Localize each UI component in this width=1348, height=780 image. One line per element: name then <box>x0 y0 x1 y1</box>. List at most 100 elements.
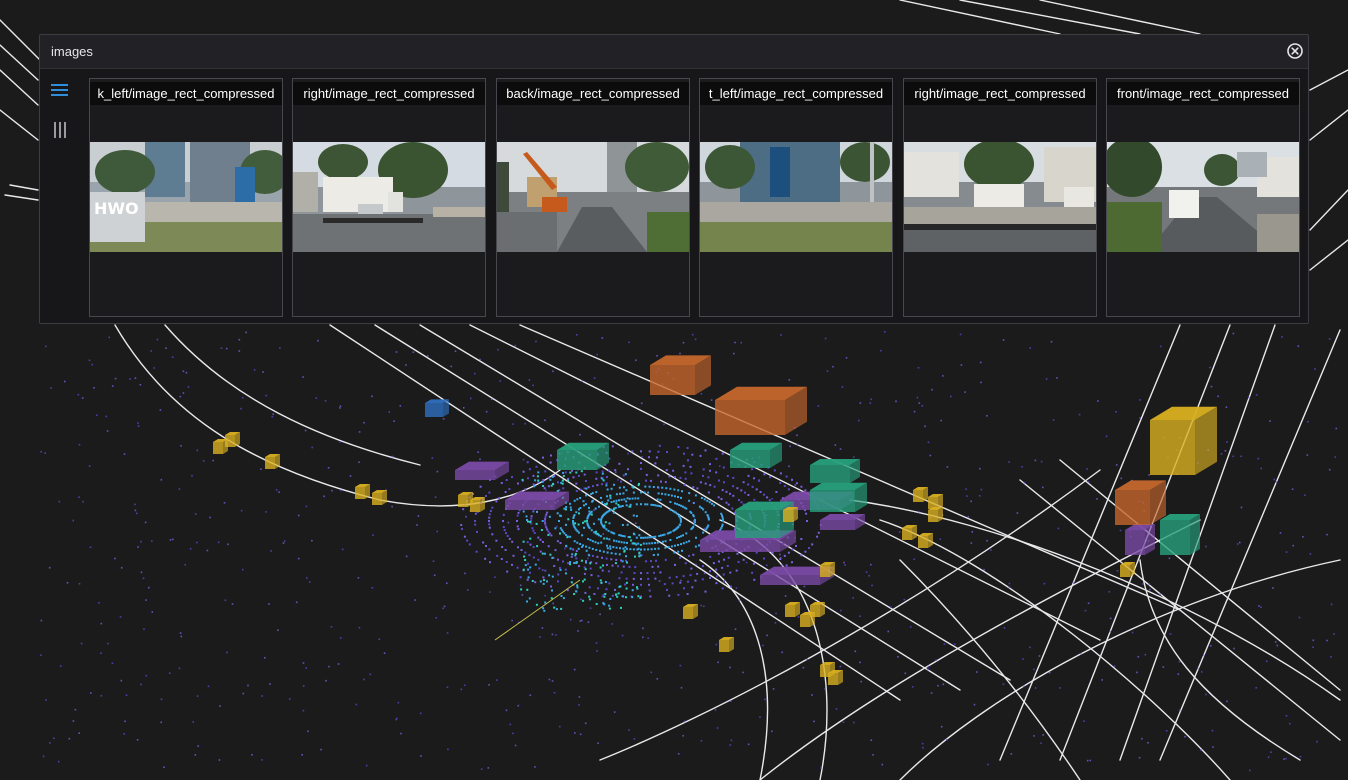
lidar-point <box>145 674 148 677</box>
lidar-point <box>820 767 822 769</box>
lidar-point <box>1115 411 1117 413</box>
lidar-point <box>534 563 537 566</box>
lidar-point <box>638 526 641 529</box>
lidar-point <box>685 541 688 544</box>
lidar-point <box>619 585 622 588</box>
lidar-point <box>1040 742 1042 745</box>
lidar-point <box>656 355 658 357</box>
pedestrian-box <box>719 637 734 652</box>
lidar-point <box>613 539 615 542</box>
camera-image <box>1107 142 1299 252</box>
lidar-point <box>566 536 569 539</box>
lidar-point <box>491 398 493 400</box>
lidar-point <box>1139 417 1141 419</box>
lidar-point <box>301 754 303 756</box>
lidar-point <box>581 380 583 382</box>
lidar-point <box>666 588 668 591</box>
lidar-point <box>681 490 683 493</box>
lidar-point <box>474 512 477 515</box>
lidar-point <box>658 535 661 537</box>
camera-thumbnail[interactable]: t_left/image_rect_compressed <box>699 78 893 317</box>
lidar-point <box>1147 742 1149 744</box>
lidar-point <box>834 444 837 446</box>
lidar-point <box>691 586 694 589</box>
lidar-point <box>569 535 572 538</box>
lidar-point <box>585 520 588 523</box>
lidar-point <box>651 542 654 545</box>
lidar-point <box>608 538 611 541</box>
lidar-point <box>1276 644 1279 647</box>
lidar-point <box>702 565 704 568</box>
lidar-point <box>1236 543 1239 545</box>
lidar-point <box>595 530 597 533</box>
column-view-icon[interactable] <box>50 121 70 139</box>
lidar-point <box>575 471 578 474</box>
camera-thumbnail[interactable]: right/image_rect_compressed <box>292 78 486 317</box>
lidar-point <box>578 512 580 515</box>
lidar-point <box>605 557 608 560</box>
lidar-point <box>632 491 635 494</box>
lidar-point <box>657 565 660 568</box>
close-circle-icon[interactable] <box>1286 42 1304 60</box>
lidar-point <box>601 501 604 504</box>
camera-thumbnail[interactable]: front/image_rect_compressed <box>1106 78 1300 317</box>
lidar-point <box>583 487 586 490</box>
lidar-point <box>729 492 731 495</box>
lidar-point <box>605 482 608 485</box>
lidar-point <box>560 607 563 610</box>
lidar-point <box>447 748 449 751</box>
lidar-point <box>511 563 513 566</box>
lidar-point <box>763 493 765 496</box>
list-view-icon[interactable] <box>50 81 70 99</box>
lidar-point <box>788 465 790 468</box>
lidar-point <box>1010 753 1013 755</box>
lidar-point <box>1149 588 1151 591</box>
lidar-point <box>1304 494 1306 497</box>
lidar-point <box>654 577 657 580</box>
lidar-point <box>1291 488 1294 490</box>
lidar-point <box>136 512 138 515</box>
lidar-point <box>160 479 163 481</box>
lidar-point <box>674 511 677 514</box>
lidar-point <box>569 618 572 621</box>
lidar-point <box>1330 656 1332 658</box>
lidar-point <box>1270 751 1272 753</box>
lidar-point <box>634 566 637 569</box>
camera-thumbnail[interactable]: back/image_rect_compressed <box>496 78 690 317</box>
lidar-point <box>723 558 725 561</box>
lidar-point <box>532 510 535 513</box>
lidar-point <box>307 730 309 733</box>
lidar-point <box>571 469 573 472</box>
lidar-point <box>589 562 592 565</box>
lidar-point <box>573 499 576 502</box>
lidar-point <box>569 547 572 550</box>
lidar-point <box>678 504 681 506</box>
lidar-point <box>522 510 525 513</box>
lidar-point <box>630 539 633 542</box>
lidar-point <box>124 720 126 723</box>
lidar-point <box>795 545 797 547</box>
lidar-point <box>615 546 618 549</box>
lidar-point <box>1232 455 1234 458</box>
lidar-point <box>727 556 730 559</box>
lidar-point <box>766 496 769 499</box>
lidar-point <box>618 540 620 543</box>
lidar-point <box>567 518 570 521</box>
lidar-point <box>278 491 280 493</box>
lidar-point <box>759 491 762 493</box>
lidar-point <box>584 722 587 725</box>
lidar-point <box>566 554 569 557</box>
lidar-point <box>585 494 588 497</box>
camera-thumbnail[interactable]: k_left/image_rect_compressed HWO <box>89 78 283 317</box>
lidar-point <box>533 485 536 488</box>
lidar-point <box>489 591 491 593</box>
lidar-point <box>661 486 664 489</box>
lidar-point <box>664 540 667 543</box>
lidar-point <box>585 561 587 564</box>
lidar-point <box>664 546 667 549</box>
lidar-point <box>575 590 578 593</box>
camera-thumbnail[interactable]: right/image_rect_compressed <box>903 78 1097 317</box>
lidar-point <box>930 692 933 694</box>
lidar-point <box>747 483 750 486</box>
lidar-point <box>544 594 546 597</box>
